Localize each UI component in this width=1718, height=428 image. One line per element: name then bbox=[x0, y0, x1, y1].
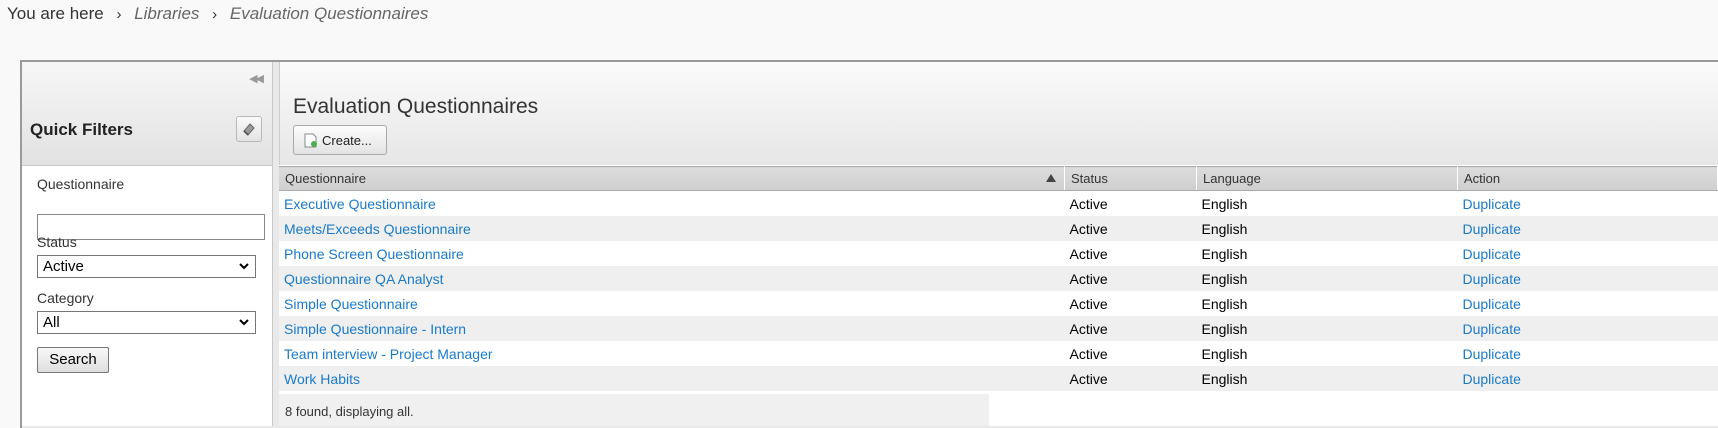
language-cell: English bbox=[1196, 190, 1458, 216]
duplicate-link[interactable]: Duplicate bbox=[1463, 196, 1521, 212]
table-row: Work Habits Active English Duplicate bbox=[279, 366, 1718, 391]
chevron-right-icon: › bbox=[212, 6, 218, 23]
language-cell: English bbox=[1196, 241, 1458, 266]
column-header-language[interactable]: Language bbox=[1196, 166, 1458, 191]
chevron-down-icon bbox=[239, 319, 249, 326]
questionnaire-table: Questionnaire Status Language Action Exe… bbox=[279, 166, 1718, 391]
questionnaire-link[interactable]: Work Habits bbox=[284, 371, 360, 387]
language-cell: English bbox=[1196, 266, 1458, 291]
status-cell: Active bbox=[1064, 316, 1197, 341]
duplicate-link[interactable]: Duplicate bbox=[1463, 371, 1521, 387]
table-row: Phone Screen Questionnaire Active Englis… bbox=[279, 241, 1718, 266]
status-filter-label: Status bbox=[37, 234, 77, 250]
status-filter-value: Active bbox=[43, 258, 84, 275]
status-filter-select[interactable]: Active bbox=[37, 255, 256, 278]
questionnaire-link[interactable]: Executive Questionnaire bbox=[284, 196, 436, 212]
table-header-row: Questionnaire Status Language Action bbox=[279, 166, 1718, 191]
questionnaire-link[interactable]: Questionnaire QA Analyst bbox=[284, 271, 444, 287]
column-header-label: Questionnaire bbox=[285, 171, 366, 186]
status-cell: Active bbox=[1064, 190, 1197, 216]
category-filter-value: All bbox=[43, 314, 60, 331]
questionnaires-panel: Evaluation Questionnaires Create... Ques… bbox=[279, 62, 1718, 426]
chevron-down-icon bbox=[239, 263, 249, 270]
eraser-icon bbox=[243, 123, 255, 136]
chevron-right-icon: › bbox=[116, 6, 122, 23]
duplicate-link[interactable]: Duplicate bbox=[1463, 321, 1521, 337]
breadcrumb-item-current: Evaluation Questionnaires bbox=[229, 4, 429, 23]
table-row: Simple Questionnaire Active English Dupl… bbox=[279, 291, 1718, 316]
status-cell: Active bbox=[1064, 266, 1197, 291]
questionnaire-link[interactable]: Simple Questionnaire - Intern bbox=[284, 321, 466, 337]
column-header-action[interactable]: Action bbox=[1457, 166, 1718, 191]
status-cell: Active bbox=[1064, 366, 1197, 391]
language-cell: English bbox=[1196, 341, 1458, 366]
duplicate-link[interactable]: Duplicate bbox=[1463, 271, 1521, 287]
duplicate-link[interactable]: Duplicate bbox=[1463, 246, 1521, 262]
column-header-questionnaire[interactable]: Questionnaire bbox=[279, 166, 1065, 191]
panel-header: Evaluation Questionnaires Create... bbox=[279, 62, 1718, 165]
language-cell: English bbox=[1196, 291, 1458, 316]
breadcrumb-prefix: You are here bbox=[7, 4, 104, 23]
quick-filters-header: ◀◀ Quick Filters bbox=[22, 62, 272, 166]
table-row: Questionnaire QA Analyst Active English … bbox=[279, 266, 1718, 291]
breadcrumb-item-libraries[interactable]: Libraries bbox=[134, 4, 199, 23]
questionnaire-link[interactable]: Phone Screen Questionnaire bbox=[284, 246, 464, 262]
questionnaire-link[interactable]: Simple Questionnaire bbox=[284, 296, 418, 312]
language-cell: English bbox=[1196, 216, 1458, 241]
questionnaire-filter-label: Questionnaire bbox=[37, 176, 125, 192]
clear-filters-button[interactable] bbox=[236, 116, 262, 142]
table-row: Meets/Exceeds Questionnaire Active Engli… bbox=[279, 216, 1718, 241]
table-row: Team interview - Project Manager Active … bbox=[279, 341, 1718, 366]
search-button[interactable]: Search bbox=[37, 347, 109, 373]
new-document-icon bbox=[304, 133, 317, 147]
status-cell: Active bbox=[1064, 291, 1197, 316]
quick-filters-title: Quick Filters bbox=[30, 120, 133, 139]
status-cell: Active bbox=[1064, 241, 1197, 266]
language-cell: English bbox=[1196, 366, 1458, 391]
table-row: Simple Questionnaire - Intern Active Eng… bbox=[279, 316, 1718, 341]
create-button-label: Create... bbox=[322, 132, 372, 148]
category-filter-label: Category bbox=[37, 290, 94, 306]
status-cell: Active bbox=[1064, 341, 1197, 366]
language-cell: English bbox=[1196, 316, 1458, 341]
table-row: Executive Questionnaire Active English D… bbox=[279, 190, 1718, 216]
collapse-icon[interactable]: ◀◀ bbox=[249, 72, 264, 85]
category-filter-select[interactable]: All bbox=[37, 311, 256, 334]
questionnaire-link[interactable]: Meets/Exceeds Questionnaire bbox=[284, 221, 471, 237]
page-title: Evaluation Questionnaires bbox=[293, 95, 539, 118]
duplicate-link[interactable]: Duplicate bbox=[1463, 296, 1521, 312]
sort-ascending-icon bbox=[1046, 174, 1056, 182]
create-button[interactable]: Create... bbox=[293, 125, 387, 155]
column-header-status[interactable]: Status bbox=[1064, 166, 1197, 191]
questionnaire-link[interactable]: Team interview - Project Manager bbox=[284, 346, 493, 362]
results-count: 8 found, displaying all. bbox=[279, 394, 989, 426]
quick-filters-panel: ◀◀ Quick Filters Questionnaire Status Ac… bbox=[22, 62, 273, 426]
duplicate-link[interactable]: Duplicate bbox=[1463, 221, 1521, 237]
duplicate-link[interactable]: Duplicate bbox=[1463, 346, 1521, 362]
status-cell: Active bbox=[1064, 216, 1197, 241]
breadcrumb: You are here › Libraries › Evaluation Qu… bbox=[7, 4, 428, 24]
